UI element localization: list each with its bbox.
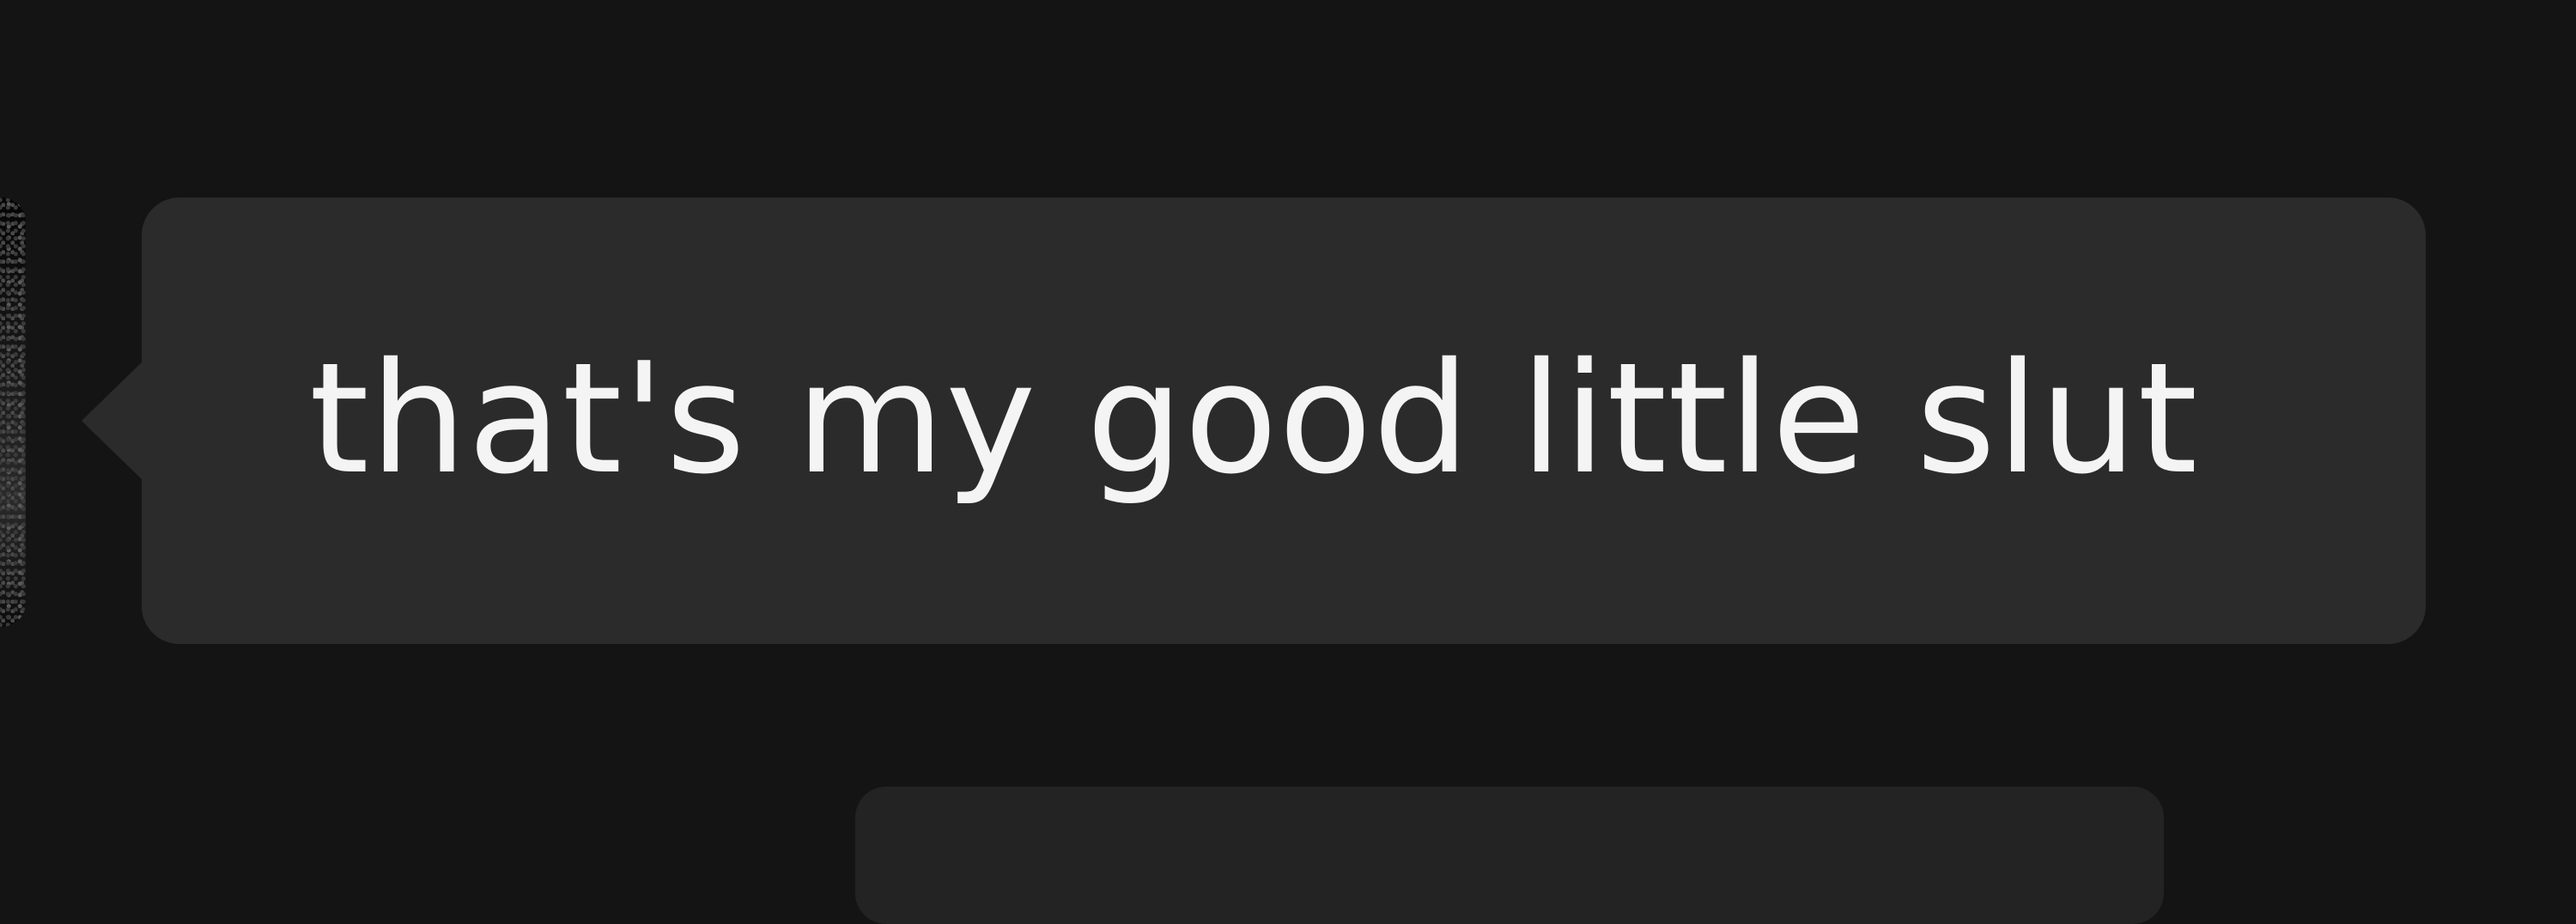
incoming-message-bubble[interactable]: that's my good little slut — [82, 198, 2426, 644]
next-message-bubble[interactable] — [855, 787, 2164, 924]
sender-avatar[interactable] — [0, 198, 26, 627]
bubble-tail — [82, 361, 143, 481]
message-text: that's my good little slut — [309, 330, 2199, 508]
chat-thread[interactable]: that's my good little slut — [0, 0, 2576, 924]
